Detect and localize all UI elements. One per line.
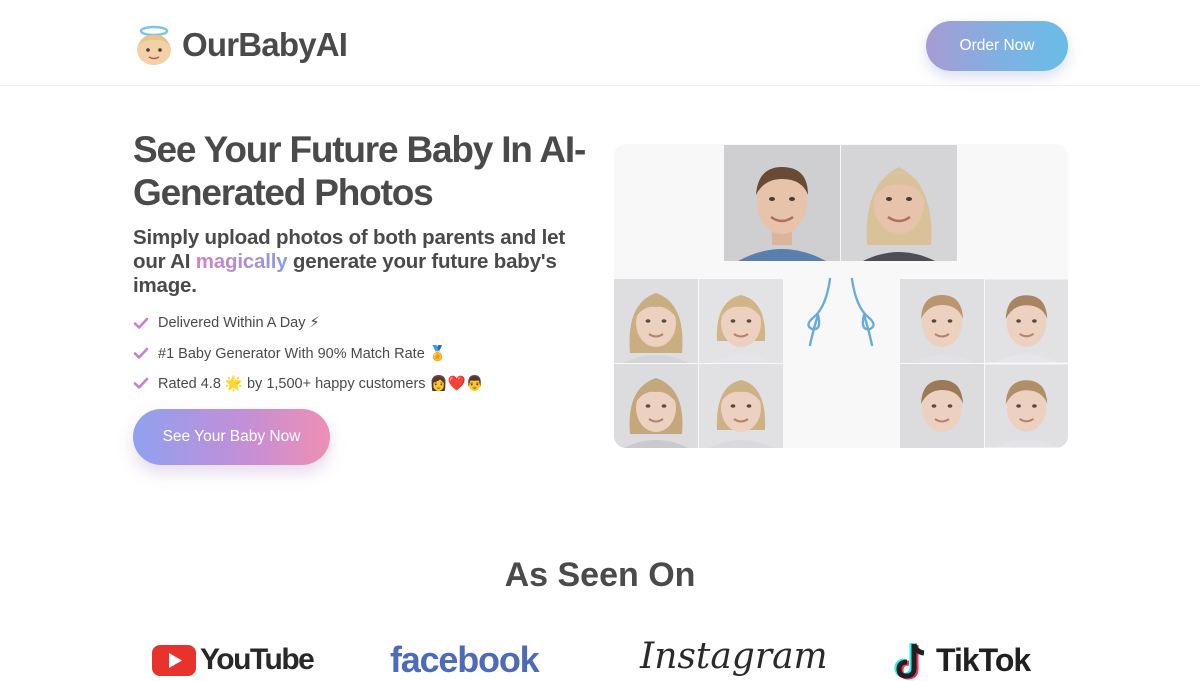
girl-photo-4 — [699, 364, 783, 448]
instagram-logo[interactable]: Instagram — [640, 635, 828, 677]
tiktok-logo[interactable]: TikTok — [890, 640, 1031, 680]
feature-list: Delivered Within A Day ⚡ #1 Baby Generat… — [133, 308, 573, 398]
brand-logo[interactable]: OurBabyAI — [134, 24, 348, 66]
feature-item: Delivered Within A Day ⚡ — [133, 308, 573, 338]
girl-photo-1 — [614, 279, 698, 363]
youtube-logo[interactable]: YouTube — [152, 640, 315, 680]
boy-photo-1 — [900, 279, 984, 363]
father-photo — [724, 145, 840, 261]
feature-text: #1 Baby Generator With 90% Match Rate 🏅 — [158, 345, 447, 362]
order-now-button[interactable]: Order Now — [926, 21, 1068, 71]
boy-photo-2 — [985, 279, 1068, 363]
facebook-logo[interactable]: facebook — [390, 639, 540, 680]
angel-baby-icon — [137, 25, 171, 65]
feature-item: #1 Baby Generator With 90% Match Rate 🏅 — [133, 338, 573, 368]
as-seen-on-heading: As Seen On — [504, 556, 696, 594]
instagram-wordmark: Instagram — [640, 635, 828, 677]
boy-photo-4 — [985, 364, 1068, 448]
feature-item: Rated 4.8 🌟 by 1,500+ happy customers 👩❤… — [133, 368, 573, 398]
curly-arrows-icon — [807, 277, 875, 347]
girl-photo-3 — [614, 364, 698, 448]
check-icon — [133, 347, 149, 359]
youtube-play-icon — [152, 644, 196, 676]
girl-photo-2 — [699, 279, 783, 363]
hero-title: See Your Future Baby In AI-Generated Pho… — [133, 129, 586, 213]
tiktok-note-icon — [894, 643, 925, 680]
see-your-baby-button[interactable]: See Your Baby Now — [133, 409, 330, 465]
feature-text: Rated 4.8 🌟 by 1,500+ happy customers 👩❤… — [158, 375, 484, 392]
check-icon — [133, 377, 149, 389]
youtube-wordmark: YouTube — [200, 643, 315, 676]
tiktok-wordmark: TikTok — [936, 641, 1031, 678]
mother-photo — [841, 145, 957, 261]
brand-name: OurBabyAI — [182, 26, 348, 63]
hero-subtitle: Simply upload photos of both parents and… — [133, 226, 583, 298]
top-navigation-bar: OurBabyAI Order Now — [0, 0, 1200, 86]
baby-prediction-collage — [614, 144, 1068, 448]
check-icon — [133, 317, 149, 329]
subtitle-highlight: magically — [195, 250, 288, 273]
feature-text: Delivered Within A Day ⚡ — [158, 315, 320, 331]
boy-photo-3 — [900, 364, 984, 448]
